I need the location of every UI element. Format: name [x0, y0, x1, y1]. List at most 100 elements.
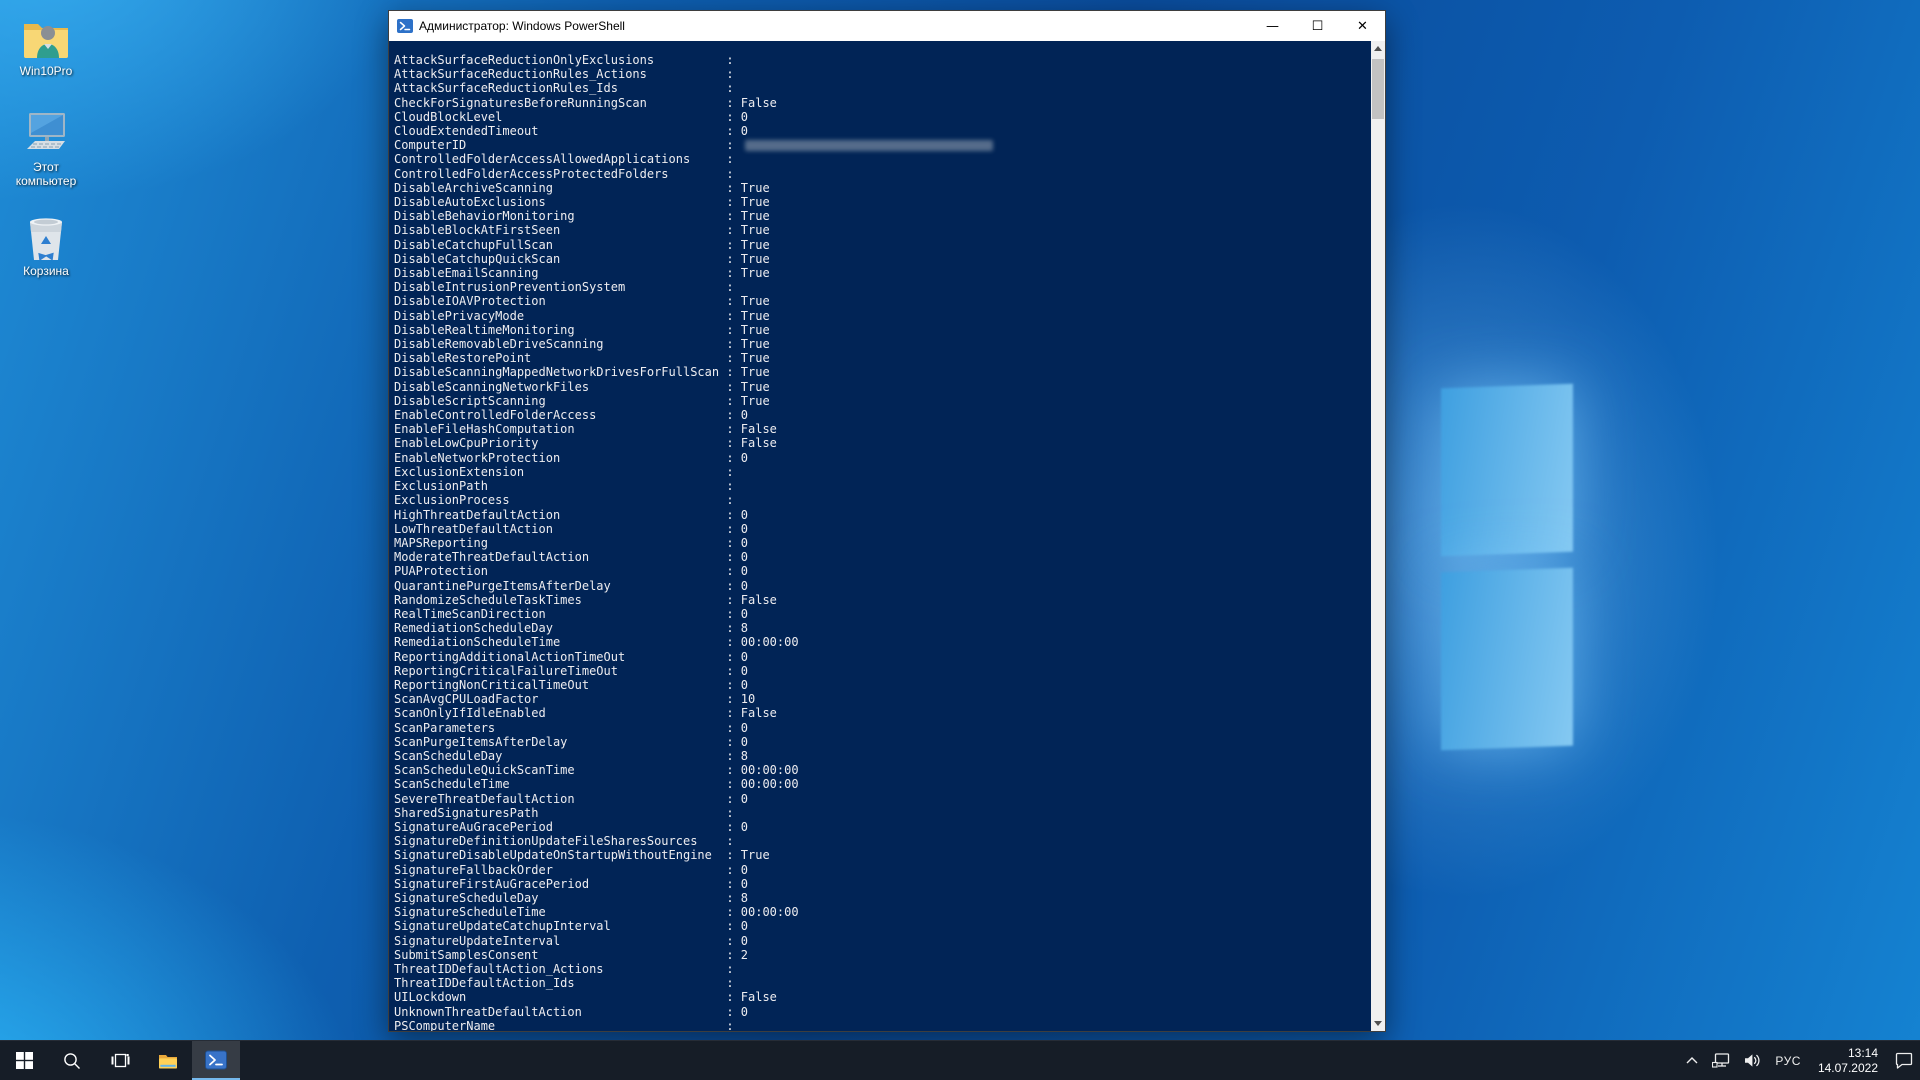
language-indicator[interactable]: РУС — [1768, 1041, 1808, 1080]
console-line: ExclusionPath : — [394, 479, 1369, 493]
console-line: DisableBlockAtFirstSeen : True — [394, 223, 1369, 237]
console-line: ModerateThreatDefaultAction : 0 — [394, 550, 1369, 564]
network-tray-button[interactable] — [1705, 1041, 1737, 1080]
close-button[interactable]: ✕ — [1340, 11, 1385, 41]
taskbar: РУС 13:14 14.07.2022 — [0, 1040, 1920, 1080]
scroll-down-arrow-icon[interactable] — [1371, 1016, 1385, 1031]
console-line: SubmitSamplesConsent : 2 — [394, 948, 1369, 962]
console-line: ScanScheduleTime : 00:00:00 — [394, 777, 1369, 791]
console-line: ScanOnlyIfIdleEnabled : False — [394, 706, 1369, 720]
close-icon: ✕ — [1357, 19, 1368, 34]
console-line: DisableAutoExclusions : True — [394, 195, 1369, 209]
minimize-button[interactable]: — — [1250, 11, 1295, 41]
console-line: DisableScanningMappedNetworkDrivesForFul… — [394, 365, 1369, 379]
tray-expand-button[interactable] — [1679, 1041, 1705, 1080]
console-line: SignatureDefinitionUpdateFileSharesSourc… — [394, 834, 1369, 848]
console-line: LowThreatDefaultAction : 0 — [394, 522, 1369, 536]
start-button[interactable] — [0, 1041, 48, 1080]
console-line: SevereThreatDefaultAction : 0 — [394, 792, 1369, 806]
console-line: PSComputerName : — [394, 1019, 1369, 1031]
console-line: UILockdown : False — [394, 990, 1369, 1004]
redacted-value — [745, 140, 993, 151]
console-line: QuarantinePurgeItemsAfterDelay : 0 — [394, 579, 1369, 593]
powershell-app-icon — [397, 18, 413, 34]
console-line: DisablePrivacyMode : True — [394, 309, 1369, 323]
console-line: DisableArchiveScanning : True — [394, 181, 1369, 195]
minimize-icon: — — [1266, 19, 1279, 34]
action-center-icon — [1895, 1052, 1913, 1069]
console-line: RandomizeScheduleTaskTimes : False — [394, 593, 1369, 607]
desktop-icon-recycle-bin[interactable]: Корзина — [2, 214, 90, 278]
console-line: UnknownThreatDefaultAction : 0 — [394, 1005, 1369, 1019]
console-line: RemediationScheduleTime : 00:00:00 — [394, 635, 1369, 649]
console-line: ScanScheduleDay : 8 — [394, 749, 1369, 763]
powershell-taskbar-button[interactable] — [192, 1041, 240, 1080]
scroll-up-arrow-icon[interactable] — [1371, 41, 1385, 56]
console-line: ReportingAdditionalActionTimeOut : 0 — [394, 650, 1369, 664]
task-view-icon — [111, 1052, 130, 1069]
console-output: AttackSurfaceReductionOnlyExclusions : A… — [394, 53, 1369, 1031]
network-icon — [1712, 1053, 1730, 1068]
console-line: DisableCatchupQuickScan : True — [394, 252, 1369, 266]
search-icon — [63, 1052, 81, 1070]
window-title: Администратор: Windows PowerShell — [419, 19, 625, 33]
console-line: ScanScheduleQuickScanTime : 00:00:00 — [394, 763, 1369, 777]
console-line: ScanPurgeItemsAfterDelay : 0 — [394, 735, 1369, 749]
console-line: DisableIOAVProtection : True — [394, 294, 1369, 308]
clock[interactable]: 13:14 14.07.2022 — [1808, 1046, 1888, 1076]
console-line: EnableLowCpuPriority : False — [394, 436, 1369, 450]
console-line: SharedSignaturesPath : — [394, 806, 1369, 820]
console-line: ThreatIDDefaultAction_Ids : — [394, 976, 1369, 990]
console-line: SignatureScheduleDay : 8 — [394, 891, 1369, 905]
volume-tray-button[interactable] — [1737, 1041, 1768, 1080]
file-explorer-icon — [158, 1052, 178, 1069]
console-line: ControlledFolderAccessAllowedApplication… — [394, 152, 1369, 166]
user-folder-icon — [20, 14, 72, 62]
console-line: HighThreatDefaultAction : 0 — [394, 508, 1369, 522]
console-line: SignatureScheduleTime : 00:00:00 — [394, 905, 1369, 919]
console-line: ExclusionExtension : — [394, 465, 1369, 479]
maximize-button[interactable]: ☐ — [1295, 11, 1340, 41]
console-line: ScanAvgCPULoadFactor : 10 — [394, 692, 1369, 706]
recycle-bin-icon — [20, 214, 72, 262]
console-line: ControlledFolderAccessProtectedFolders : — [394, 167, 1369, 181]
desktop-icon-label: Корзина — [23, 264, 69, 278]
action-center-button[interactable] — [1888, 1041, 1920, 1080]
desktop-icon-this-pc[interactable]: Этот компьютер — [2, 110, 90, 188]
console-line: SignatureFirstAuGracePeriod : 0 — [394, 877, 1369, 891]
console-line: CheckForSignaturesBeforeRunningScan : Fa… — [394, 96, 1369, 110]
console-line: DisableIntrusionPreventionSystem : — [394, 280, 1369, 294]
console-line: ReportingNonCriticalTimeOut : 0 — [394, 678, 1369, 692]
task-view-button[interactable] — [96, 1041, 144, 1080]
desktop-icon-win10pro[interactable]: Win10Pro — [2, 14, 90, 78]
console-line: SignatureDisableUpdateOnStartupWithoutEn… — [394, 848, 1369, 862]
file-explorer-button[interactable] — [144, 1041, 192, 1080]
console-line: SignatureUpdateInterval : 0 — [394, 934, 1369, 948]
console-line: EnableControlledFolderAccess : 0 — [394, 408, 1369, 422]
powershell-window: Администратор: Windows PowerShell — ☐ ✕ … — [388, 10, 1386, 1032]
console-line: EnableNetworkProtection : 0 — [394, 451, 1369, 465]
console-area[interactable]: AttackSurfaceReductionOnlyExclusions : A… — [389, 41, 1385, 1031]
scrollbar-thumb[interactable] — [1372, 59, 1384, 119]
system-tray: РУС 13:14 14.07.2022 — [1679, 1041, 1920, 1080]
console-line: CloudBlockLevel : 0 — [394, 110, 1369, 124]
wallpaper-logo-pane-upper — [1441, 384, 1573, 557]
console-line: ThreatIDDefaultAction_Actions : — [394, 962, 1369, 976]
search-button[interactable] — [48, 1041, 96, 1080]
desktop-icon-label: Win10Pro — [20, 64, 73, 78]
scrollbar[interactable] — [1371, 41, 1385, 1031]
console-line: PUAProtection : 0 — [394, 564, 1369, 578]
console-line: EnableFileHashComputation : False — [394, 422, 1369, 436]
console-line: RealTimeScanDirection : 0 — [394, 607, 1369, 621]
console-line: RemediationScheduleDay : 8 — [394, 621, 1369, 635]
console-line: CloudExtendedTimeout : 0 — [394, 124, 1369, 138]
maximize-icon: ☐ — [1312, 19, 1324, 34]
this-pc-icon — [20, 110, 72, 158]
console-line: AttackSurfaceReductionRules_Ids : — [394, 81, 1369, 95]
tray-time: 13:14 — [1818, 1046, 1878, 1061]
window-titlebar[interactable]: Администратор: Windows PowerShell — ☐ ✕ — [389, 11, 1385, 41]
console-line: SignatureAuGracePeriod : 0 — [394, 820, 1369, 834]
speaker-icon — [1744, 1053, 1761, 1068]
console-line: ExclusionProcess : — [394, 493, 1369, 507]
console-line: DisableRemovableDriveScanning : True — [394, 337, 1369, 351]
